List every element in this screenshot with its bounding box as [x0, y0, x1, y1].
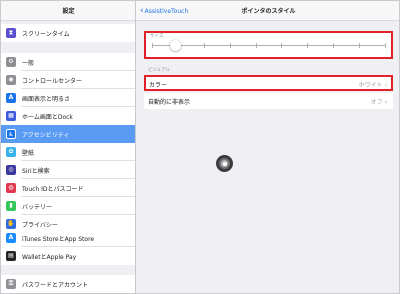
autohide-value-text: オフ [370, 99, 383, 106]
sidebar-item-label: バッテリー [22, 204, 53, 211]
color-row-value: ホワイト › [359, 80, 387, 89]
slider-tick [281, 43, 283, 48]
hand-icon: ✋ [6, 219, 16, 229]
sidebar-item-general[interactable]: ⚙ 一般 [1, 53, 135, 71]
fingerprint-icon: ◍ [6, 183, 16, 193]
slider-tick [359, 43, 361, 48]
sidebar-item-wallpaper[interactable]: ✿ 壁紙 [1, 143, 135, 161]
slider-tick [255, 43, 257, 48]
sidebar-item-accessibility[interactable]: ♿ アクセシビリティ [1, 125, 135, 143]
accessibility-icon: ♿ [6, 129, 16, 139]
slider-tick [307, 43, 309, 48]
grid-icon: ▦ [6, 111, 16, 121]
sidebar-item-screen-time[interactable]: ⧗ スクリーンタイム [1, 24, 135, 42]
color-row[interactable]: カラー ホワイト › [144, 75, 393, 91]
navigation-bar: ‹ AssistiveTouch ポインタのスタイル [136, 1, 399, 21]
sidebar-item-app-store[interactable]: A iTunes StoreとApp Store [1, 229, 135, 247]
sidebar-item-display[interactable]: A 画面表示と明るさ [1, 89, 135, 107]
sidebar-item-wallet[interactable]: ▤ WalletとApple Pay [1, 247, 135, 265]
slider-tick [152, 43, 153, 48]
autohide-row-label: 自動的に非表示 [148, 99, 191, 106]
slider-tick [385, 43, 386, 48]
hourglass-icon: ⧗ [6, 28, 16, 38]
sidebar-item-passwords[interactable]: ⚿ パスワードとアカウント [1, 275, 135, 293]
gear-icon: ⚙ [6, 57, 16, 67]
sidebar-item-siri[interactable]: ◎ Siriと検索 [1, 161, 135, 179]
pointer-style-panel: ‹ AssistiveTouch ポインタのスタイル サイズ ビジュアル カラー… [136, 1, 399, 293]
sidebar-item-battery[interactable]: ▮ バッテリー [1, 197, 135, 215]
siri-icon: ◎ [6, 165, 16, 175]
settings-window: 設定 ⧗ スクリーンタイム ⚙ 一般 ◉ コントロールセンター A 画面表示と明… [0, 0, 400, 294]
sidebar-item-label: iTunes StoreとApp Store [22, 236, 95, 243]
sidebar-item-label: ホーム画面とDock [22, 114, 73, 121]
autohide-row-value: オフ › [371, 97, 387, 106]
sidebar-item-label: 一般 [22, 60, 35, 67]
page-title: ポインタのスタイル [241, 8, 296, 15]
key-icon: ⚿ [6, 279, 16, 289]
sidebar-item-control-center[interactable]: ◉ コントロールセンター [1, 71, 135, 89]
sidebar-header: 設定 [1, 1, 135, 21]
flower-icon: ✿ [6, 147, 16, 157]
color-row-label: カラー [149, 82, 168, 89]
visual-section-label: ビジュアル [148, 68, 171, 73]
sidebar-item-label: プライバシー [22, 222, 58, 229]
sidebar-item-home-screen[interactable]: ▦ ホーム画面とDock [1, 107, 135, 125]
battery-icon: ▮ [6, 201, 16, 211]
settings-sidebar: 設定 ⧗ スクリーンタイム ⚙ 一般 ◉ コントロールセンター A 画面表示と明… [1, 1, 136, 293]
slider-tick [229, 43, 231, 48]
wallet-icon: ▤ [6, 251, 16, 261]
sidebar-item-label: スクリーンタイム [22, 31, 70, 38]
slider-tick [203, 43, 205, 48]
size-slider-track[interactable] [152, 45, 385, 46]
sidebar-item-label: Siriと検索 [22, 168, 50, 175]
switches-icon: ◉ [6, 75, 16, 85]
size-slider-group: サイズ [144, 31, 393, 59]
size-slider-thumb[interactable] [169, 40, 181, 51]
slider-tick [333, 43, 335, 48]
sidebar-item-touch-id[interactable]: ◍ Touch IDとパスコード [1, 179, 135, 197]
sidebar-item-label: アクセシビリティ [22, 132, 70, 139]
sidebar-item-label: 画面表示と明るさ [22, 96, 71, 103]
sidebar-item-label: コントロールセンター [22, 78, 83, 85]
color-value-text: ホワイト [358, 82, 383, 89]
sidebar-item-label: 壁紙 [22, 150, 35, 157]
text-size-icon: A [6, 93, 16, 103]
app-store-icon: A [6, 233, 16, 243]
chevron-right-icon: › [384, 99, 387, 106]
assistive-touch-icon[interactable] [216, 155, 233, 172]
size-section-label: サイズ [150, 34, 164, 39]
autohide-row[interactable]: 自動的に非表示 オフ › [144, 93, 393, 109]
chevron-right-icon: › [384, 82, 387, 89]
sidebar-item-label: パスワードとアカウント [22, 282, 89, 289]
sidebar-title: 設定 [62, 8, 75, 15]
sidebar-item-label: WalletとApple Pay [22, 254, 77, 261]
sidebar-item-label: Touch IDとパスコード [22, 186, 84, 193]
